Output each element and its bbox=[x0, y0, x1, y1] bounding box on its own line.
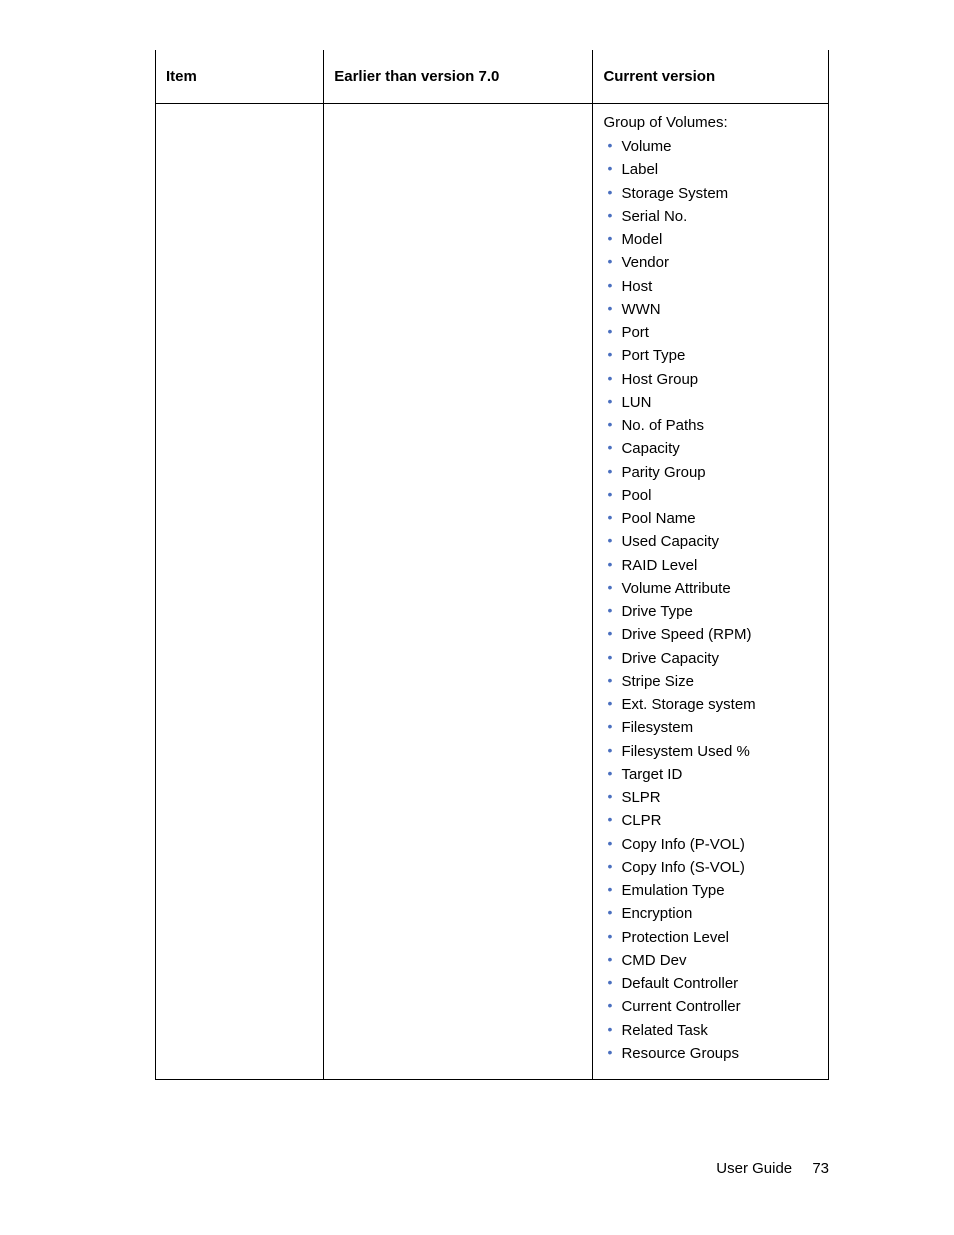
cell-item bbox=[156, 104, 324, 1080]
list-item: Drive Capacity bbox=[603, 647, 818, 670]
footer-page-number: 73 bbox=[812, 1160, 829, 1177]
list-item: Resource Groups bbox=[603, 1042, 818, 1065]
list-item: Filesystem Used % bbox=[603, 740, 818, 763]
list-item: Protection Level bbox=[603, 926, 818, 949]
list-item: Copy Info (S-VOL) bbox=[603, 856, 818, 879]
list-item: WWN bbox=[603, 298, 818, 321]
list-item: Ext. Storage system bbox=[603, 693, 818, 716]
list-item: CMD Dev bbox=[603, 949, 818, 972]
list-item: Capacity bbox=[603, 437, 818, 460]
list-item: Emulation Type bbox=[603, 879, 818, 902]
list-item: Serial No. bbox=[603, 205, 818, 228]
list-item: Parity Group bbox=[603, 461, 818, 484]
list-item: Copy Info (P-VOL) bbox=[603, 833, 818, 856]
list-item: LUN bbox=[603, 391, 818, 414]
list-item: Volume bbox=[603, 135, 818, 158]
volume-list: VolumeLabelStorage SystemSerial No.Model… bbox=[603, 135, 818, 1065]
document-page: Item Earlier than version 7.0 Current ve… bbox=[0, 0, 954, 1235]
table-header-row: Item Earlier than version 7.0 Current ve… bbox=[156, 50, 829, 104]
list-item: Storage System bbox=[603, 182, 818, 205]
list-item: Host Group bbox=[603, 368, 818, 391]
list-item: RAID Level bbox=[603, 554, 818, 577]
list-item: Port bbox=[603, 321, 818, 344]
list-item: Model bbox=[603, 228, 818, 251]
table-row: Group of Volumes: VolumeLabelStorage Sys… bbox=[156, 104, 829, 1080]
list-item: Pool Name bbox=[603, 507, 818, 530]
list-item: No. of Paths bbox=[603, 414, 818, 437]
list-item: Filesystem bbox=[603, 716, 818, 739]
footer-label: User Guide bbox=[716, 1160, 792, 1177]
header-item: Item bbox=[156, 50, 324, 104]
list-item: Encryption bbox=[603, 902, 818, 925]
list-item: Vendor bbox=[603, 251, 818, 274]
list-item: Port Type bbox=[603, 344, 818, 367]
list-item: Volume Attribute bbox=[603, 577, 818, 600]
list-item: Used Capacity bbox=[603, 530, 818, 553]
cell-current: Group of Volumes: VolumeLabelStorage Sys… bbox=[593, 104, 829, 1080]
page-footer: User Guide 73 bbox=[716, 1160, 829, 1177]
list-item: SLPR bbox=[603, 786, 818, 809]
comparison-table: Item Earlier than version 7.0 Current ve… bbox=[155, 50, 829, 1080]
list-item: Default Controller bbox=[603, 972, 818, 995]
list-item: Drive Type bbox=[603, 600, 818, 623]
cell-earlier bbox=[324, 104, 593, 1080]
header-earlier: Earlier than version 7.0 bbox=[324, 50, 593, 104]
header-current: Current version bbox=[593, 50, 829, 104]
list-item: Pool bbox=[603, 484, 818, 507]
list-item: Label bbox=[603, 158, 818, 181]
list-item: Current Controller bbox=[603, 995, 818, 1018]
list-item: Drive Speed (RPM) bbox=[603, 623, 818, 646]
list-item: Stripe Size bbox=[603, 670, 818, 693]
list-item: Related Task bbox=[603, 1019, 818, 1042]
list-item: Target ID bbox=[603, 763, 818, 786]
list-item: CLPR bbox=[603, 809, 818, 832]
list-item: Host bbox=[603, 275, 818, 298]
group-of-volumes-label: Group of Volumes: bbox=[603, 114, 818, 131]
